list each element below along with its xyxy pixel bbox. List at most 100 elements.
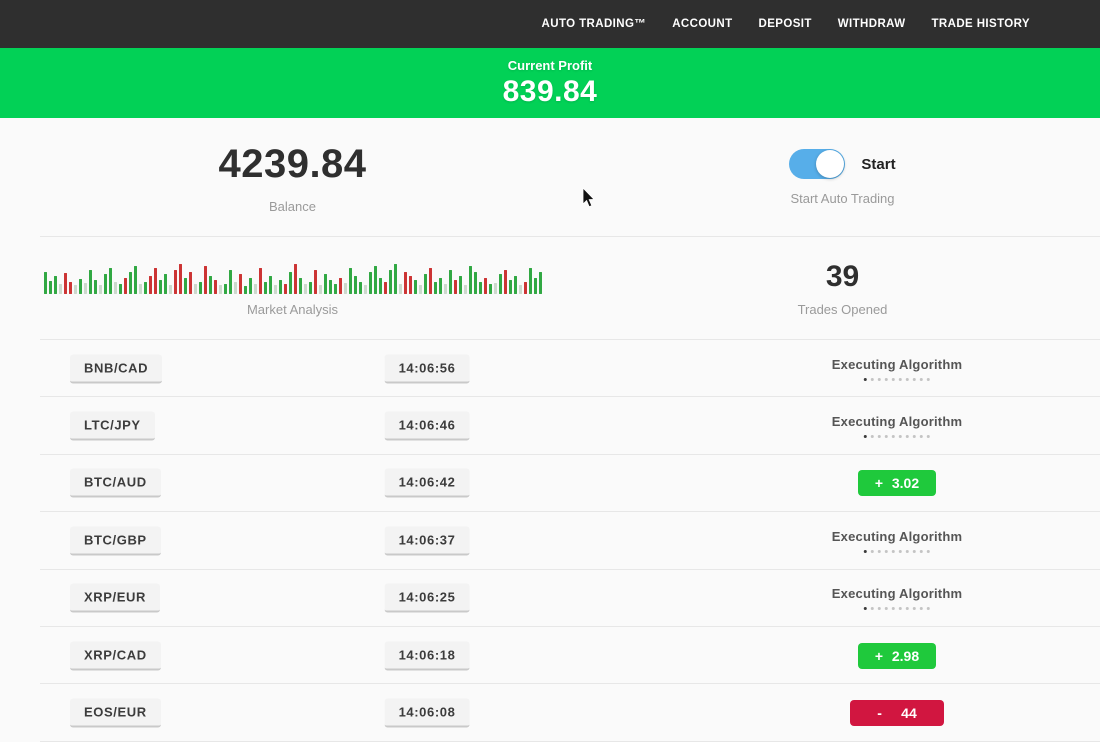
chart-bar	[224, 284, 227, 294]
chart-bar	[209, 276, 212, 294]
nav-item-auto-trading[interactable]: AUTO TRADING™	[542, 18, 647, 30]
chart-bar	[99, 285, 102, 294]
time-badge[interactable]: 14:06:37	[385, 526, 470, 555]
time-badge[interactable]: 14:06:18	[385, 641, 470, 670]
chart-bar	[239, 274, 242, 294]
auto-trading-block: Start Start Auto Trading	[585, 118, 1100, 237]
trade-status: Executing Algorithm	[832, 414, 962, 438]
chart-bar	[479, 282, 482, 294]
market-analysis-chart	[44, 260, 542, 294]
chart-bar	[114, 282, 117, 294]
pair-badge[interactable]: BNB/CAD	[70, 354, 162, 383]
chart-bar	[334, 284, 337, 294]
chart-bar	[329, 280, 332, 294]
chart-bar	[169, 285, 172, 294]
chart-bar	[359, 282, 362, 294]
nav-item-deposit[interactable]: DEPOSIT	[759, 18, 812, 30]
chart-bar	[314, 270, 317, 294]
chart-bar	[494, 283, 497, 294]
chart-bar	[244, 286, 247, 294]
chart-bar	[364, 285, 367, 294]
auto-trading-toggle[interactable]	[789, 149, 845, 179]
chart-bar	[279, 280, 282, 294]
chart-bar	[389, 270, 392, 294]
trade-status: -44	[850, 700, 944, 726]
chart-bar	[119, 284, 122, 294]
time-badge[interactable]: 14:06:56	[385, 354, 470, 383]
chart-bar	[294, 264, 297, 294]
chart-bar	[184, 278, 187, 294]
chart-bar	[539, 272, 542, 294]
profit-banner-value: 839.84	[503, 75, 598, 109]
pair-badge[interactable]: EOS/EUR	[70, 699, 161, 728]
result-value: 3.02	[892, 475, 919, 491]
profit-banner: Current Profit 839.84	[0, 48, 1100, 118]
time-badge[interactable]: 14:06:25	[385, 584, 470, 613]
loss-badge: -44	[850, 700, 944, 726]
stats-section: 4239.84 Balance Start Start Auto Trading	[0, 118, 1100, 237]
profit-banner-label: Current Profit	[508, 58, 593, 73]
chart-bar	[129, 272, 132, 294]
chart-bar	[394, 264, 397, 294]
nav-item-trade-history[interactable]: TRADE HISTORY	[932, 18, 1031, 30]
progress-dots	[864, 378, 930, 381]
chart-bar	[109, 268, 112, 294]
pair-badge[interactable]: BTC/GBP	[70, 526, 161, 555]
time-badge[interactable]: 14:06:08	[385, 699, 470, 728]
chart-bar	[259, 268, 262, 294]
chart-bar	[189, 272, 192, 294]
chart-bar	[499, 274, 502, 294]
chart-bar	[69, 282, 72, 294]
chart-bar	[534, 278, 537, 294]
chart-bar	[464, 285, 467, 294]
progress-dots	[864, 435, 930, 438]
trade-row: BTC/GBP 14:06:37 Executing Algorithm	[0, 512, 1100, 569]
trade-row: EOS/EUR 14:06:08 -44	[0, 684, 1100, 741]
trade-row: BNB/CAD 14:06:56 Executing Algorithm	[0, 340, 1100, 397]
pair-badge[interactable]: XRP/CAD	[70, 641, 161, 670]
chart-bar	[454, 280, 457, 294]
trade-row: BTC/AUD 14:06:42 +3.02	[0, 455, 1100, 512]
executing-label: Executing Algorithm	[832, 586, 962, 601]
profit-badge: +2.98	[858, 643, 936, 669]
chart-bar	[374, 266, 377, 294]
trade-status: Executing Algorithm	[832, 529, 962, 553]
chart-bar	[79, 279, 82, 294]
trades-opened-label: Trades Opened	[798, 302, 888, 317]
result-sign: -	[877, 705, 882, 721]
chart-bar	[324, 274, 327, 294]
chart-bar	[344, 283, 347, 294]
chart-bar	[459, 276, 462, 294]
time-badge[interactable]: 14:06:46	[385, 412, 470, 441]
pair-badge[interactable]: XRP/EUR	[70, 584, 160, 613]
chart-bar	[164, 274, 167, 294]
chart-bar	[84, 283, 87, 294]
nav-item-withdraw[interactable]: WITHDRAW	[838, 18, 906, 30]
balance-label: Balance	[269, 199, 316, 214]
chart-bar	[229, 270, 232, 294]
trade-status: Executing Algorithm	[832, 357, 962, 381]
chart-bar	[269, 276, 272, 294]
time-badge[interactable]: 14:06:42	[385, 469, 470, 498]
chart-bar	[289, 272, 292, 294]
chart-bar	[529, 268, 532, 294]
chart-bar	[59, 284, 62, 294]
chart-bar	[219, 285, 222, 294]
pair-badge[interactable]: BTC/AUD	[70, 469, 161, 498]
chart-bar	[444, 284, 447, 294]
nav-item-account[interactable]: ACCOUNT	[672, 18, 732, 30]
pair-badge[interactable]: LTC/JPY	[70, 412, 155, 441]
top-navbar: AUTO TRADING™ ACCOUNT DEPOSIT WITHDRAW TRADE…	[0, 0, 1100, 48]
chart-bar	[74, 285, 77, 294]
chart-bar	[94, 280, 97, 294]
progress-dots	[864, 607, 930, 610]
chart-bar	[44, 272, 47, 294]
trade-status: +2.98	[858, 643, 936, 669]
chart-bar	[309, 282, 312, 294]
chart-bar	[504, 270, 507, 294]
toggle-knob	[816, 150, 844, 178]
chart-bar	[304, 284, 307, 294]
chart-bar	[519, 285, 522, 294]
chart-bar	[159, 280, 162, 294]
trade-list: BNB/CAD 14:06:56 Executing Algorithm LTC…	[0, 340, 1100, 742]
